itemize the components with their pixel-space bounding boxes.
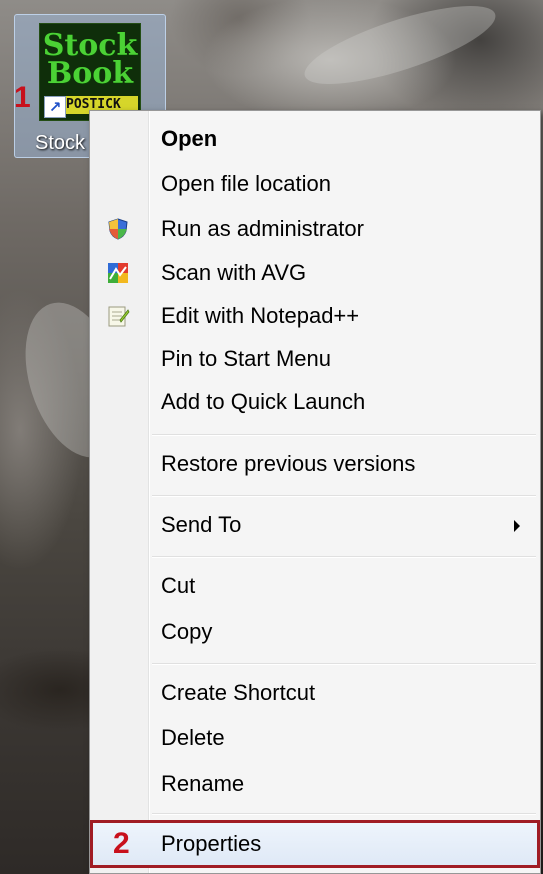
menu-item-label: Add to Quick Launch <box>161 389 366 414</box>
menu-item-copy[interactable]: Copy <box>92 610 538 654</box>
context-menu: Open Open file location Run as administr… <box>89 110 541 874</box>
menu-item-label: Send To <box>161 512 242 537</box>
notepad-plus-plus-icon <box>106 304 130 328</box>
menu-item-label: Open file location <box>161 171 331 196</box>
menu-item-label: Cut <box>161 573 196 598</box>
menu-item-create-shortcut[interactable]: Create Shortcut <box>92 671 538 715</box>
avg-icon <box>106 261 130 285</box>
shortcut-arrow-icon: ↗ <box>44 96 66 118</box>
uac-shield-icon <box>106 217 130 241</box>
menu-item-restore-previous-versions[interactable]: Restore previous versions <box>92 442 538 486</box>
menu-item-label: Copy <box>161 619 213 644</box>
menu-item-add-to-quick-launch[interactable]: Add to Quick Launch <box>92 380 538 424</box>
menu-separator <box>152 663 536 665</box>
menu-item-label: Properties <box>161 831 262 856</box>
menu-item-label: Rename <box>161 771 245 796</box>
step-marker-1: 1 <box>14 81 31 114</box>
icon-text-line2: Book <box>46 56 134 91</box>
menu-item-open[interactable]: Open <box>92 117 538 161</box>
menu-item-properties[interactable]: 2 Properties <box>90 820 540 868</box>
menu-separator <box>152 495 536 497</box>
desktop-background: Stock Book POSTICK ↗ Stock 1 Open Open f… <box>0 0 543 874</box>
menu-item-open-file-location[interactable]: Open file location <box>92 162 538 206</box>
menu-item-label: Edit with Notepad++ <box>161 303 360 328</box>
menu-item-send-to[interactable]: Send To <box>92 503 538 547</box>
menu-separator <box>152 556 536 558</box>
menu-item-label: Restore previous versions <box>161 451 416 476</box>
submenu-arrow-icon <box>514 520 520 532</box>
menu-item-pin-to-start-menu[interactable]: Pin to Start Menu <box>92 337 538 381</box>
menu-item-run-as-administrator[interactable]: Run as administrator <box>92 207 538 251</box>
menu-separator <box>152 434 536 436</box>
menu-item-scan-with-avg[interactable]: Scan with AVG <box>92 251 538 295</box>
menu-item-label: Delete <box>161 725 225 750</box>
menu-item-cut[interactable]: Cut <box>92 564 538 608</box>
menu-item-label: Create Shortcut <box>161 680 316 705</box>
step-marker-2: 2 <box>113 827 130 860</box>
menu-item-label: Pin to Start Menu <box>161 346 331 371</box>
menu-item-label: Scan with AVG <box>161 260 307 285</box>
menu-item-rename[interactable]: Rename <box>92 762 538 806</box>
menu-item-label: Open <box>161 126 218 151</box>
menu-item-edit-with-notepad-plus-plus[interactable]: Edit with Notepad++ <box>92 294 538 338</box>
menu-item-label: Run as administrator <box>161 216 364 241</box>
background-rock-texture <box>297 0 503 100</box>
stockbook-app-icon: Stock Book POSTICK ↗ <box>39 23 141 121</box>
menu-item-delete[interactable]: Delete <box>92 716 538 760</box>
menu-separator <box>152 813 536 815</box>
